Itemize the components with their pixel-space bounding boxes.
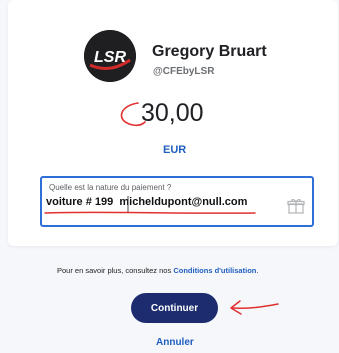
cancel-link[interactable]: Annuler [156,337,194,348]
gift-icon[interactable] [287,197,305,215]
terms-notice: Pour en savoir plus, consultez nos Condi… [57,266,258,275]
avatar-logo-text: LSR [94,49,126,66]
recipient-handle: @CFEbyLSR [153,66,215,77]
terms-text: Pour en savoir plus, consultez nos [57,266,172,275]
continue-button[interactable]: Continuer [131,293,218,323]
payment-note-value[interactable]: voiture # 199 micheldupont@null.com [46,196,247,208]
avatar: LSR [84,30,136,82]
terms-suffix: . [256,266,259,275]
payment-amount[interactable]: 30,00 [141,99,204,128]
currency-selector[interactable]: EUR [163,144,186,156]
payment-note-field[interactable]: Quelle est la nature du paiement ? voitu… [40,176,314,227]
recipient-name: Gregory Bruart [152,43,267,60]
annotation-arrow-shaft [231,303,279,309]
payment-note-label: Quelle est la nature du paiement ? [49,183,172,192]
annotation-arrow-head [230,300,242,315]
terms-link[interactable]: Conditions d'utilisation [173,266,256,275]
